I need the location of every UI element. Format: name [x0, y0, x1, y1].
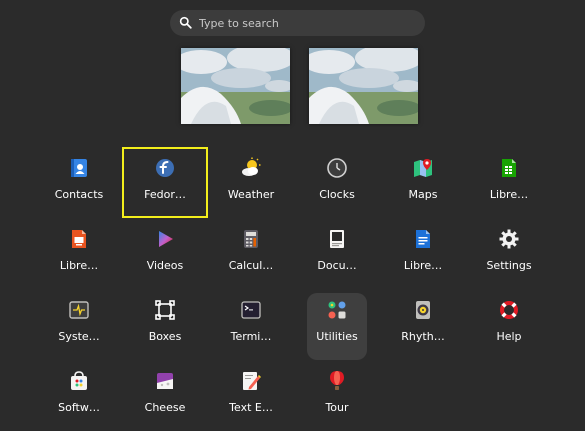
workspace-thumbnail-1[interactable] [181, 48, 290, 124]
app-label: Settings [486, 259, 532, 272]
fedora-icon [154, 157, 176, 179]
app-tour[interactable]: Tour [294, 360, 380, 431]
app-text-editor[interactable]: Text E… [208, 360, 294, 431]
software-icon [68, 370, 90, 392]
app-help[interactable]: Help [466, 289, 552, 360]
app-weather[interactable]: Weather [208, 147, 294, 218]
clocks-icon [326, 157, 348, 179]
document-viewer-icon [326, 228, 348, 250]
app-document-viewer[interactable]: Docu… [294, 218, 380, 289]
tour-icon [326, 370, 348, 392]
videos-icon [154, 228, 176, 250]
app-label: Softw… [58, 401, 100, 414]
app-libreoffice-writer[interactable]: Libre… [380, 218, 466, 289]
app-label: Boxes [148, 330, 182, 343]
text-editor-icon [240, 370, 262, 392]
boxes-icon [154, 299, 176, 321]
app-label: Libre… [403, 259, 443, 272]
app-grid: Contacts Fedor… Weather Clocks Maps Libre… Lib… [36, 147, 552, 431]
app-cheese[interactable]: Cheese [122, 360, 208, 431]
search-icon [179, 14, 192, 33]
app-label: Clocks [319, 188, 355, 201]
app-label: Termi… [230, 330, 272, 343]
weather-icon [240, 157, 262, 179]
libreoffice-calc-icon [498, 157, 520, 179]
cheese-icon [154, 370, 176, 392]
help-icon [498, 299, 520, 321]
app-settings[interactable]: Settings [466, 218, 552, 289]
maps-icon [412, 157, 434, 179]
search-bar[interactable] [170, 10, 425, 36]
app-label: Rhyth… [401, 330, 445, 343]
app-label: Utilities [316, 330, 358, 343]
app-label: Fedor… [144, 188, 186, 201]
app-label: Libre… [489, 188, 529, 201]
calculator-icon [240, 228, 262, 250]
utilities-folder-icon [326, 299, 348, 321]
search-input[interactable] [192, 15, 425, 31]
app-rhythmbox[interactable]: Rhyth… [380, 289, 466, 360]
app-system-monitor[interactable]: Syste… [36, 289, 122, 360]
app-libreoffice-calc[interactable]: Libre… [466, 147, 552, 218]
app-label: Help [496, 330, 522, 343]
app-label: Libre… [59, 259, 99, 272]
workspace-thumbnail-2[interactable] [309, 48, 418, 124]
libreoffice-impress-icon [68, 228, 90, 250]
app-label: Cheese [144, 401, 186, 414]
app-boxes[interactable]: Boxes [122, 289, 208, 360]
settings-icon [498, 228, 520, 250]
app-maps[interactable]: Maps [380, 147, 466, 218]
app-fedora[interactable]: Fedor… [122, 147, 208, 218]
app-label: Videos [146, 259, 184, 272]
contacts-icon [68, 157, 90, 179]
app-label: Docu… [317, 259, 357, 272]
app-software[interactable]: Softw… [36, 360, 122, 431]
terminal-icon [240, 299, 262, 321]
system-monitor-icon [68, 299, 90, 321]
app-libreoffice-impress[interactable]: Libre… [36, 218, 122, 289]
rhythmbox-icon [412, 299, 434, 321]
app-label: Contacts [54, 188, 104, 201]
app-utilities-folder[interactable]: Utilities [307, 293, 367, 360]
app-terminal[interactable]: Termi… [208, 289, 294, 360]
app-label: Text E… [229, 401, 273, 414]
app-label: Maps [408, 188, 438, 201]
libreoffice-writer-icon [412, 228, 434, 250]
app-videos[interactable]: Videos [122, 218, 208, 289]
app-contacts[interactable]: Contacts [36, 147, 122, 218]
app-label: Calcul… [228, 259, 274, 272]
app-label: Syste… [58, 330, 100, 343]
app-calculator[interactable]: Calcul… [208, 218, 294, 289]
app-label: Weather [227, 188, 275, 201]
app-clocks[interactable]: Clocks [294, 147, 380, 218]
app-label: Tour [325, 401, 349, 414]
